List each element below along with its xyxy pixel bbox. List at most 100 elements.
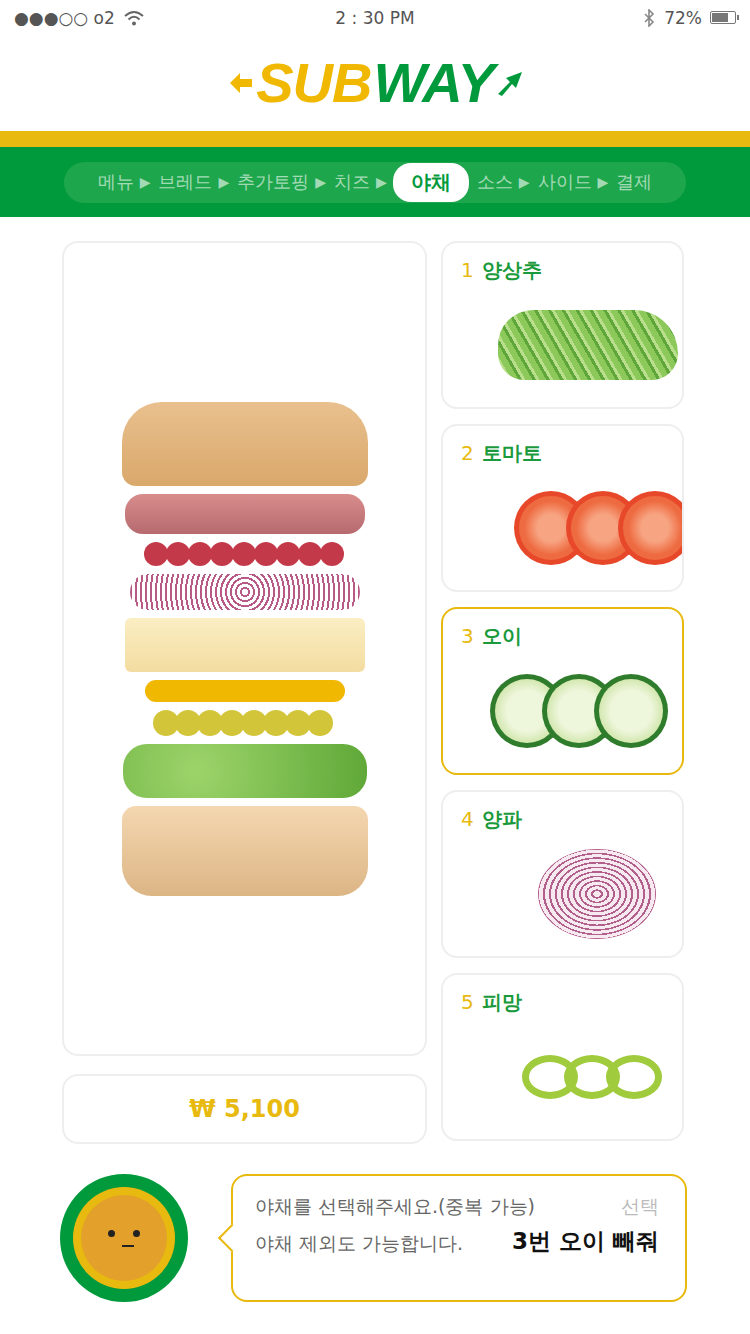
step-arrow: ▶ [315, 174, 326, 190]
salami-row-piece [210, 542, 234, 566]
status-left: ●●●○○ o2 [14, 8, 214, 28]
vegetable-card[interactable]: 3 오이 [441, 607, 684, 775]
step-arrow: ▶ [598, 174, 609, 190]
status-right: 72% [536, 8, 736, 28]
salami-row-piece [232, 542, 256, 566]
vegetable-card[interactable]: 5 피망 [441, 973, 684, 1141]
step-arrow: ▶ [218, 174, 229, 190]
bubble-tail [218, 1224, 246, 1252]
salami-row-piece [276, 542, 300, 566]
pickle-row-piece [307, 710, 333, 736]
vegetable-header: 4 양파 [461, 806, 682, 833]
vegetable-image [461, 833, 682, 948]
step-tab[interactable]: 메뉴 [96, 166, 136, 198]
step-tab[interactable]: 치즈 [332, 166, 372, 198]
step-tab[interactable]: 야채 [393, 163, 469, 202]
vegetable-image [461, 284, 682, 399]
step-tab[interactable]: 사이드 [536, 166, 594, 198]
onion-picture [538, 849, 682, 939]
tomato-picture [514, 491, 684, 565]
vegetable-card[interactable]: 1 양상추 [441, 241, 684, 409]
price-card: ₩ 5,100 [62, 1074, 427, 1144]
clock: 2 : 30 PM [335, 8, 414, 28]
prompt-text: 야채를 선택해주세요.(중복 가능) [255, 1194, 535, 1220]
vegetable-name: 양파 [482, 806, 522, 833]
bubble-row: 야채 제외도 가능합니다. 3번 오이 빼줘 [255, 1226, 659, 1257]
tomato-flesh [623, 496, 684, 560]
logo-text: WAY [373, 55, 493, 111]
salami-row-piece [144, 542, 168, 566]
step: 결제 [614, 166, 654, 198]
step: 사이드▶ [536, 166, 609, 198]
wifi-icon [123, 10, 145, 26]
mascot-icon [60, 1174, 188, 1302]
lettuce-picture [498, 310, 682, 380]
battery-percent: 72% [664, 8, 702, 28]
step-arrow: ▶ [376, 174, 387, 190]
salami-row-piece [298, 542, 322, 566]
main-area: ₩ 5,100 1 양상추 2 토마토 3 오이 4 양파 5 피망 [0, 217, 750, 1144]
bottom-bun [122, 806, 368, 896]
mascot-face [81, 1195, 167, 1281]
mascot-mouth [122, 1245, 134, 1247]
arrow-right-icon [496, 68, 524, 98]
status-bar: ●●●○○ o2 2 : 30 PM 72% [0, 0, 750, 35]
step: 브레드▶ [156, 166, 229, 198]
top-bun [122, 402, 368, 486]
left-column: ₩ 5,100 [62, 241, 427, 1144]
price: ₩ 5,100 [189, 1095, 300, 1123]
vegetable-name: 피망 [482, 989, 522, 1016]
vegetable-name: 토마토 [482, 440, 542, 467]
vegetable-number: 5 [461, 990, 474, 1014]
vegetable-number: 1 [461, 258, 474, 282]
step-tab[interactable]: 브레드 [156, 166, 214, 198]
nav-band: 메뉴▶브레드▶추가토핑▶치즈▶야채소스▶사이드▶결제 [0, 147, 750, 217]
battery-fill [712, 13, 728, 22]
pickle-row [157, 710, 333, 736]
bluetooth-icon [642, 9, 656, 27]
cucumber-slice [594, 674, 668, 748]
salami-row [146, 542, 344, 566]
step: 치즈▶ [332, 166, 387, 198]
salami-row-piece [188, 542, 212, 566]
pepper-ring [606, 1055, 662, 1099]
vegetable-list: 1 양상추 2 토마토 3 오이 4 양파 5 피망 [441, 241, 684, 1144]
cucumber-flesh [599, 679, 663, 743]
vegetable-card[interactable]: 4 양파 [441, 790, 684, 958]
vegetable-header: 2 토마토 [461, 440, 682, 467]
vegetable-image [461, 1016, 682, 1131]
step-tab[interactable]: 소스 [475, 166, 515, 198]
vegetable-image [461, 650, 682, 765]
sandwich-preview [62, 241, 427, 1056]
eye [108, 1230, 115, 1237]
lettuce-pile [498, 310, 678, 380]
eye [133, 1230, 140, 1237]
vegetable-number: 2 [461, 441, 474, 465]
step: 소스▶ [475, 166, 530, 198]
cucumber-picture [490, 674, 668, 748]
prompt-text: 야채 제외도 가능합니다. [255, 1231, 463, 1257]
onion-layer [130, 574, 360, 610]
tomato-slice [618, 491, 684, 565]
step-tab[interactable]: 결제 [614, 166, 654, 198]
vegetable-name: 오이 [482, 623, 522, 650]
assistant-area: 야채를 선택해주세요.(중복 가능) 선택야채 제외도 가능합니다. 3번 오이 빼… [0, 1144, 750, 1302]
step-tab[interactable]: 추가토핑 [235, 166, 311, 198]
vegetable-card[interactable]: 2 토마토 [441, 424, 684, 592]
cheese-layer [125, 618, 365, 672]
step-arrow: ▶ [519, 174, 530, 190]
voice-command: 3번 오이 빼줘 [512, 1226, 659, 1257]
vegetable-number: 4 [461, 807, 474, 831]
mascot-eyes [108, 1230, 140, 1237]
step: 야채 [393, 163, 469, 202]
vegetable-header: 1 양상추 [461, 257, 682, 284]
step: 메뉴▶ [96, 166, 151, 198]
ham-layer [125, 494, 365, 534]
step-arrow: ▶ [140, 174, 151, 190]
vegetable-name: 양상추 [482, 257, 542, 284]
select-button[interactable]: 선택 [621, 1194, 659, 1220]
mustard-layer [145, 680, 345, 702]
pepper-picture [522, 1055, 662, 1099]
vegetable-number: 3 [461, 624, 474, 648]
step: 추가토핑▶ [235, 166, 326, 198]
